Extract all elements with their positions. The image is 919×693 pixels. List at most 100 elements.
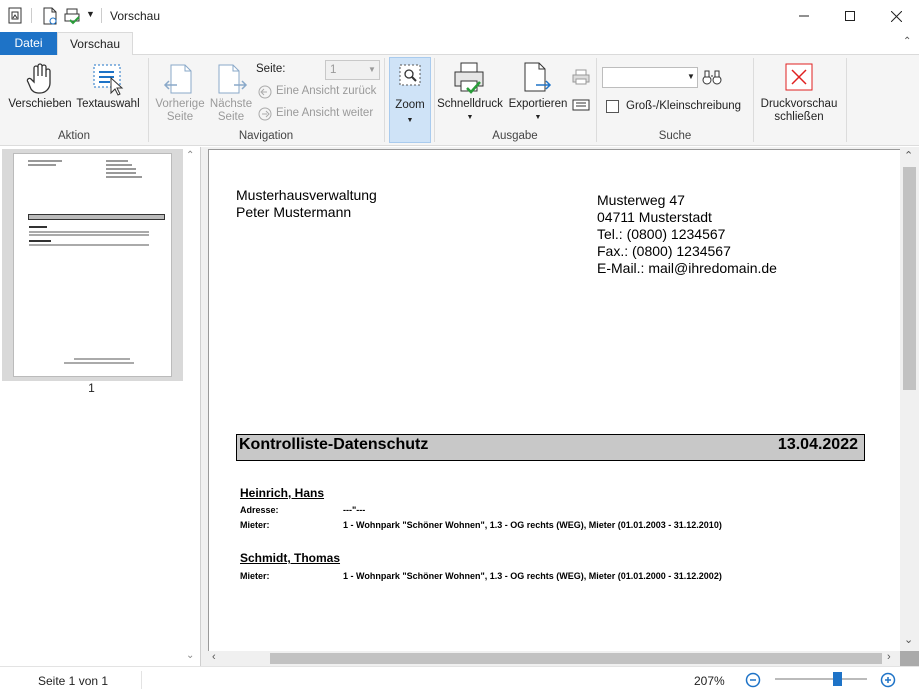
preview-area: 1 ⌃ ⌄ Musterhausverwaltung Peter Musterm…	[0, 147, 919, 666]
title-bar: ▼ Vorschau	[0, 0, 919, 32]
ribbon-tabs: Datei Vorschau ⌃	[0, 32, 919, 55]
horizontal-scrollbar[interactable]: ‹ ›	[208, 651, 900, 666]
collapse-ribbon-icon[interactable]: ⌃	[903, 36, 911, 47]
sender-block: Musterhausverwaltung Peter Mustermann	[236, 187, 377, 221]
chevron-down-icon: ▼	[687, 72, 695, 81]
naechste-label-2: Seite	[217, 111, 245, 123]
schnelldruck-label: Schnelldruck	[437, 98, 503, 110]
page-info: Seite 1 von 1	[38, 674, 109, 688]
vertical-scroll-thumb[interactable]	[903, 167, 916, 390]
verschieben-label: Verschieben	[8, 98, 72, 110]
zurueck-label: Eine Ansicht zurück	[276, 85, 377, 97]
divider	[141, 671, 142, 689]
export-icon	[524, 62, 552, 92]
scroll-left-icon[interactable]: ‹	[212, 651, 216, 663]
weiter-label: Eine Ansicht weiter	[276, 107, 374, 119]
scroll-up-icon[interactable]: ⌃	[186, 150, 194, 161]
verschieben-button[interactable]: Verschieben	[6, 61, 74, 125]
case-sensitive-checkbox[interactable]	[606, 100, 619, 113]
back-circle-icon	[258, 85, 272, 99]
naechste-seite-button[interactable]: Nächste Seite	[206, 61, 256, 125]
address-email: E-Mail.: mail@ihredomain.de	[597, 260, 777, 276]
divider	[101, 8, 102, 23]
maximize-button[interactable]	[827, 0, 873, 32]
group-label-ausgabe: Ausgabe	[492, 130, 538, 142]
page-number-value: 1	[330, 64, 337, 76]
scroll-up-icon[interactable]: ⌃	[904, 149, 913, 162]
address-fax: Fax.: (0800) 1234567	[597, 243, 731, 259]
textauswahl-button[interactable]: Textauswahl	[74, 61, 142, 125]
exportieren-button[interactable]: Exportieren ▼	[506, 61, 570, 125]
adresse-label: Adresse:	[240, 505, 279, 515]
vorherige-seite-button[interactable]: Vorherige Seite	[152, 61, 208, 125]
document-date: 13.04.2022	[777, 436, 858, 453]
zoom-out-icon[interactable]	[745, 672, 761, 688]
app-icon[interactable]	[8, 7, 24, 28]
close-button[interactable]	[873, 0, 919, 32]
chevron-down-icon: ▼	[406, 117, 414, 124]
text-select-icon	[93, 64, 124, 96]
zoom-magnifier-icon	[399, 64, 421, 86]
minimize-button[interactable]	[781, 0, 827, 32]
address-street: Musterweg 47	[597, 192, 685, 208]
zoom-in-icon[interactable]	[880, 672, 896, 688]
person-name: Schmidt, Thomas	[240, 551, 341, 565]
thumbnail-page-number: 1	[88, 381, 95, 395]
zoom-label: Zoom	[395, 99, 425, 111]
new-page-icon[interactable]	[42, 7, 58, 28]
address-block: Musterweg 47 04711 Musterstadt Tel.: (08…	[597, 192, 777, 277]
group-label-suche: Suche	[658, 130, 692, 142]
person-name: Heinrich, Hans	[240, 486, 325, 500]
status-bar: Seite 1 von 1 207%	[0, 666, 919, 693]
ribbon: Verschieben Textauswahl Aktion Vorherige…	[0, 55, 919, 146]
zoom-slider[interactable]	[775, 672, 867, 686]
vertical-scrollbar[interactable]: ⌃ ⌄	[900, 149, 919, 651]
close-preview-icon	[785, 63, 813, 91]
group-label-navigation: Navigation	[238, 130, 294, 142]
window-title: Vorschau	[110, 9, 161, 23]
search-input[interactable]: ▼	[602, 67, 698, 88]
page-setup-icon[interactable]	[572, 98, 590, 112]
mieter-value: 1 - Wohnpark "Schöner Wohnen", 1.3 - OG …	[343, 520, 722, 530]
binoculars-icon[interactable]	[702, 68, 722, 86]
horizontal-scroll-thumb[interactable]	[270, 653, 882, 664]
page-thumbnail[interactable]	[13, 153, 172, 377]
adresse-value: ---"---	[343, 505, 366, 515]
page-number-input[interactable]: 1 ▼	[325, 60, 380, 80]
textauswahl-label: Textauswahl	[76, 98, 140, 110]
tab-vorschau[interactable]: Vorschau	[57, 32, 133, 55]
mieter-label: Mieter:	[240, 571, 270, 581]
mieter-label: Mieter:	[240, 520, 270, 530]
scroll-down-icon[interactable]: ⌄	[186, 650, 194, 661]
next-page-icon	[218, 64, 248, 94]
printer-icon	[454, 62, 484, 94]
document-page: Musterhausverwaltung Peter Mustermann Mu…	[208, 149, 900, 651]
sender-company: Musterhausverwaltung	[236, 187, 377, 203]
scroll-down-icon[interactable]: ⌄	[904, 633, 913, 646]
address-phone: Tel.: (0800) 1234567	[597, 226, 726, 242]
druckvorschau-schliessen-button[interactable]: Druckvorschau schließen	[758, 61, 840, 125]
schnelldruck-button[interactable]: Schnelldruck ▼	[436, 61, 504, 125]
vorherige-label-1: Vorherige	[155, 98, 205, 110]
document-heading: Kontrolliste-Datenschutz	[239, 436, 429, 453]
address-city: 04711 Musterstadt	[597, 209, 712, 225]
zoom-slider-thumb[interactable]	[833, 672, 842, 686]
group-separator	[846, 58, 847, 142]
thumbnail-selected[interactable]	[2, 149, 183, 381]
previous-page-icon	[163, 64, 192, 94]
chevron-down-icon: ▼	[466, 114, 474, 121]
tab-datei[interactable]: Datei	[0, 32, 57, 55]
heading-bar: Kontrolliste-Datenschutz 13.04.2022	[236, 434, 865, 461]
quick-print-icon[interactable]	[64, 7, 82, 28]
seite-label: Seite:	[256, 63, 286, 75]
print-icon[interactable]	[572, 69, 590, 85]
quick-access-dropdown-icon[interactable]: ▼	[86, 9, 95, 19]
hand-icon	[26, 63, 51, 94]
scroll-right-icon[interactable]: ›	[887, 651, 891, 663]
zoom-percent: 207%	[694, 674, 725, 688]
schliessen-label-1: Druckvorschau	[760, 98, 838, 110]
naechste-label-1: Nächste	[209, 98, 253, 110]
zoom-button[interactable]: Zoom ▼	[389, 57, 431, 143]
group-label-aktion: Aktion	[58, 130, 90, 142]
schliessen-label-2: schließen	[774, 111, 824, 123]
